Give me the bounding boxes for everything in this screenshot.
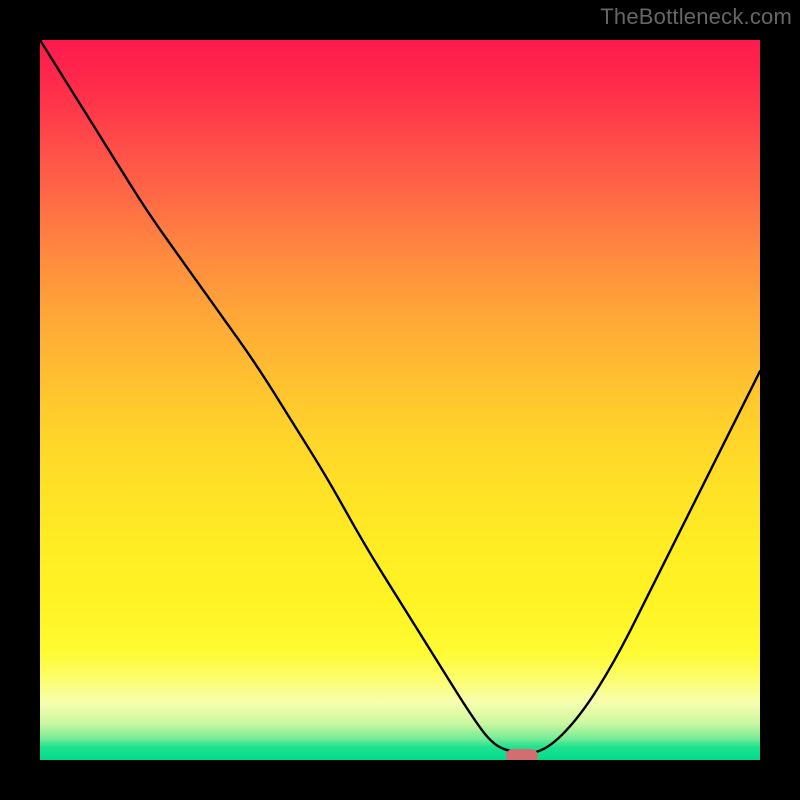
- chart-frame: TheBottleneck.com: [0, 0, 800, 800]
- plot-area: [40, 40, 760, 760]
- optimal-marker-icon: [506, 749, 538, 760]
- watermark-label: TheBottleneck.com: [600, 4, 792, 30]
- curve-path: [40, 40, 760, 753]
- bottleneck-curve: [40, 40, 760, 760]
